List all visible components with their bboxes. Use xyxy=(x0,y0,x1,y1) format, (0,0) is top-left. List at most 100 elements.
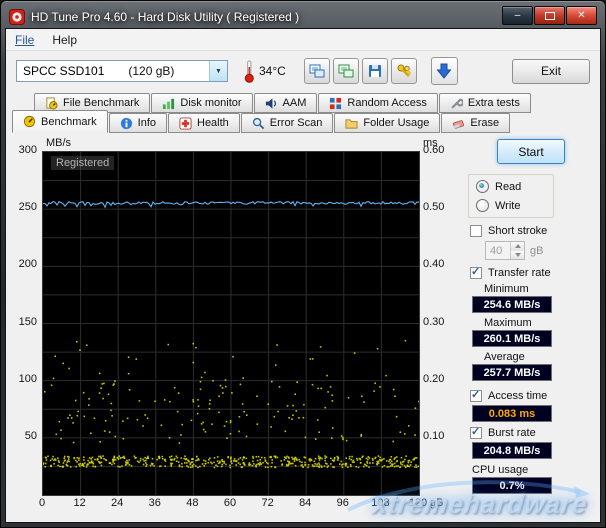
drive-select[interactable]: SPCC SSD101 (120 gB) ▼ xyxy=(16,60,228,82)
y-right-tick: 0.40 xyxy=(423,258,455,270)
drive-name: SPCC SSD101 xyxy=(23,64,104,78)
y-right-tick: 0.30 xyxy=(423,316,455,328)
y-left-tick: 50 xyxy=(12,430,37,442)
burst-rate-checkbox[interactable] xyxy=(470,427,482,439)
start-button[interactable]: Start xyxy=(497,139,565,164)
up-arrow-icon xyxy=(515,244,521,248)
menu-file[interactable]: File xyxy=(6,31,43,49)
burst-rate-row[interactable]: Burst rate xyxy=(468,427,594,439)
temperature-indicator: 34°C xyxy=(244,60,286,83)
read-radio-row[interactable]: Read xyxy=(476,180,546,193)
x-tick: 96 xyxy=(331,497,355,509)
short-stroke-row[interactable]: Short stroke xyxy=(468,225,594,237)
menu-bar: File Help xyxy=(6,29,600,51)
y-right-tick: 0.60 xyxy=(423,144,455,156)
write-radio[interactable] xyxy=(476,199,489,212)
minimum-value: 254.6 MB/s xyxy=(472,296,552,313)
maximum-label: Maximum xyxy=(484,317,594,329)
x-tick: 36 xyxy=(143,497,167,509)
registered-watermark: Registered xyxy=(51,156,114,170)
read-label: Read xyxy=(495,181,521,193)
drive-capacity: (120 gB) xyxy=(128,64,174,78)
short-stroke-size-input[interactable]: 40 xyxy=(485,241,525,260)
app-icon xyxy=(9,9,25,25)
maximize-icon xyxy=(545,12,555,20)
tab-label: Random Access xyxy=(347,97,426,109)
spinner-up-button[interactable] xyxy=(511,242,524,251)
copy-to-clipboard-button[interactable] xyxy=(333,58,359,84)
save-icon xyxy=(367,63,383,79)
start-label: Start xyxy=(518,145,543,159)
spinner-down-button[interactable] xyxy=(511,251,524,260)
menu-help[interactable]: Help xyxy=(43,31,86,49)
update-button[interactable] xyxy=(431,57,458,85)
x-tick: 120 xyxy=(406,497,430,509)
short-stroke-unit-label: gB xyxy=(530,245,543,257)
x-tick: 48 xyxy=(180,497,204,509)
write-label: Write xyxy=(495,200,520,212)
speaker-icon xyxy=(265,97,278,110)
x-tick: 24 xyxy=(105,497,129,509)
close-button[interactable]: ✕ xyxy=(566,6,597,25)
y-right-tick: 0.50 xyxy=(423,201,455,213)
title-bar[interactable]: HD Tune Pro 4.60 - Hard Disk Utility ( R… xyxy=(5,5,601,28)
spinner-buttons[interactable] xyxy=(510,242,524,259)
tab-random-access[interactable]: Random Access xyxy=(318,93,437,113)
y-left-tick: 150 xyxy=(12,316,37,328)
download-arrow-icon xyxy=(435,62,453,80)
write-radio-row[interactable]: Write xyxy=(476,199,546,212)
average-value: 257.7 MB/s xyxy=(472,364,552,381)
options-button[interactable] xyxy=(391,58,417,84)
tab-label: Extra tests xyxy=(468,97,520,109)
maximize-button[interactable] xyxy=(534,6,565,25)
exit-button[interactable]: Exit xyxy=(512,59,590,84)
tab-label: Health xyxy=(197,117,229,129)
x-tick: 84 xyxy=(293,497,317,509)
tab-strip: File Benchmark Disk monitor AAM Random A… xyxy=(6,91,600,133)
save-button[interactable] xyxy=(362,58,388,84)
tab-label: File Benchmark xyxy=(63,97,139,109)
benchmark-plot: Registered xyxy=(42,151,420,496)
tab-folder-usage[interactable]: Folder Usage xyxy=(334,113,440,133)
tab-benchmark[interactable]: Benchmark xyxy=(12,110,108,133)
y-left-tick: 300 xyxy=(12,144,37,156)
cpu-usage-value: 0.7% xyxy=(472,477,552,494)
read-write-group: Read Write xyxy=(468,174,554,218)
screenshot-icon xyxy=(309,63,325,79)
benchmark-gauge-icon xyxy=(23,115,36,128)
thermometer-icon xyxy=(244,60,255,83)
disk-monitor-icon xyxy=(162,97,175,110)
tab-info[interactable]: Info xyxy=(109,113,167,133)
control-panel: Start Read Write Short stroke xyxy=(466,137,594,516)
chevron-down-icon[interactable]: ▼ xyxy=(209,61,227,81)
tab-disk-monitor[interactable]: Disk monitor xyxy=(151,93,252,113)
read-radio[interactable] xyxy=(476,180,489,193)
tab-label: Benchmark xyxy=(41,116,97,128)
short-stroke-checkbox[interactable] xyxy=(470,225,482,237)
tab-extra-tests[interactable]: Extra tests xyxy=(439,93,531,113)
tab-label: AAM xyxy=(283,97,307,109)
average-label: Average xyxy=(484,351,594,363)
tab-label: Erase xyxy=(470,117,499,129)
keys-icon xyxy=(396,63,412,79)
transfer-rate-checkbox[interactable] xyxy=(470,267,482,279)
transfer-rate-row[interactable]: Transfer rate xyxy=(468,267,594,279)
tab-health[interactable]: Health xyxy=(168,113,240,133)
burst-rate-value: 204.8 MB/s xyxy=(472,442,552,459)
y-left-tick: 100 xyxy=(12,373,37,385)
exit-label: Exit xyxy=(541,64,561,78)
info-icon xyxy=(120,117,133,130)
tab-erase[interactable]: Erase xyxy=(441,113,510,133)
short-stroke-label: Short stroke xyxy=(488,225,547,237)
y-left-unit-label: MB/s xyxy=(46,137,86,149)
copy-icon xyxy=(338,63,354,79)
x-tick: 108 xyxy=(368,497,392,509)
short-stroke-size-value: 40 xyxy=(486,245,510,257)
access-time-checkbox[interactable] xyxy=(470,390,482,402)
x-tick: 0 xyxy=(30,497,54,509)
minimize-button[interactable]: – xyxy=(502,6,533,25)
tab-aam[interactable]: AAM xyxy=(254,93,318,113)
screenshot-button[interactable] xyxy=(304,58,330,84)
tab-error-scan[interactable]: Error Scan xyxy=(241,113,334,133)
access-time-row[interactable]: Access time xyxy=(468,390,594,402)
